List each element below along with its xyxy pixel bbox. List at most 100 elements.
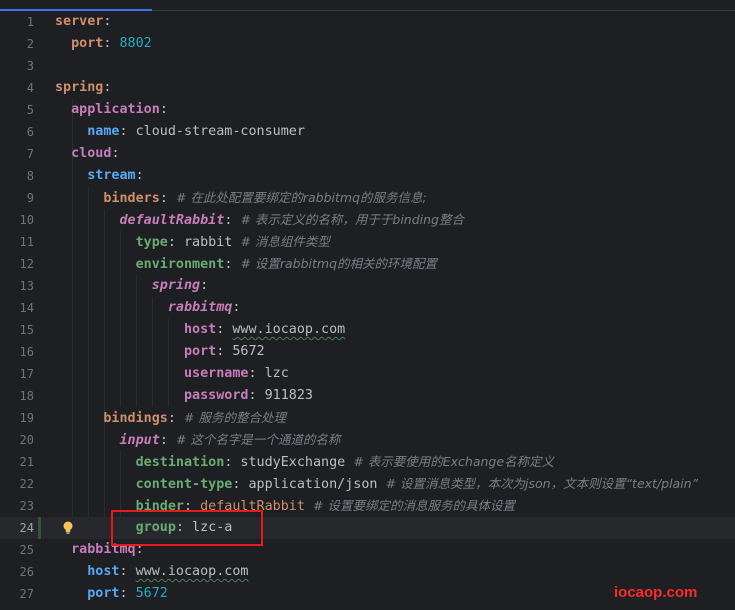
line-number[interactable]: 16 (0, 341, 34, 363)
comment-token: # 表示定义的名称，用于于binding整合 (240, 212, 464, 227)
code-line-10[interactable]: 10 defaultRabbit: # 表示定义的名称，用于于binding整合 (0, 209, 735, 231)
code-token: : rabbit (167, 235, 241, 250)
code-line-20[interactable]: 20 input: # 这个名字是一个通道的名称 (0, 429, 735, 451)
line-number[interactable]: 25 (0, 539, 34, 561)
code-line-22[interactable]: 22 content-type: application/json # 设置消息… (0, 473, 735, 495)
line-number[interactable]: 12 (0, 253, 34, 275)
code-line-21[interactable]: 21 destination: studyExchange # 表示要使用的Ex… (0, 451, 735, 473)
line-number[interactable]: 3 (0, 55, 34, 77)
code-token: content-type (135, 477, 233, 492)
line-number[interactable]: 10 (0, 209, 34, 231)
code-line-7[interactable]: 7 cloud: (0, 143, 735, 165)
code-token: : (159, 191, 176, 206)
code-token: : (103, 80, 112, 95)
code-line-13[interactable]: 13 spring: (0, 275, 735, 297)
code-token: spring (55, 80, 104, 95)
line-number[interactable]: 8 (0, 165, 34, 187)
line-number[interactable]: 4 (0, 77, 34, 99)
code-line-17[interactable]: 17 username: lzc (0, 363, 735, 385)
line-number[interactable]: 26 (0, 561, 34, 583)
line-number[interactable]: 23 (0, 495, 34, 517)
code-line-26[interactable]: 26 host: www.iocaop.com (0, 561, 735, 583)
line-number[interactable]: 22 (0, 473, 34, 495)
code-text: type: rabbit # 消息组件类型 (55, 231, 330, 254)
code-token: : application/json (232, 477, 386, 492)
line-number[interactable]: 2 (0, 33, 34, 55)
line-number[interactable]: 13 (0, 275, 34, 297)
line-number[interactable]: 11 (0, 231, 34, 253)
code-token: : (119, 586, 136, 601)
code-token: : (200, 278, 209, 293)
code-line-2[interactable]: 2 port: 8802 (0, 33, 735, 55)
tab-application-yml[interactable] (0, 0, 152, 11)
code-token: port (87, 586, 120, 601)
code-text: port: 8802 (55, 33, 152, 55)
line-number[interactable]: 15 (0, 319, 34, 341)
code-token: server (55, 14, 104, 29)
code-token: spring (151, 278, 201, 293)
line-number[interactable]: 9 (0, 187, 34, 209)
change-marker[interactable] (38, 517, 41, 539)
code-text: host: www.iocaop.com (55, 561, 248, 583)
code-token: rabbitmq (167, 300, 233, 315)
code-text: username: lzc (55, 363, 289, 385)
code-line-6[interactable]: 6 name: cloud-stream-consumer (0, 121, 735, 143)
line-number[interactable]: 7 (0, 143, 34, 165)
code-token: : (103, 14, 112, 29)
code-token: : 5672 (216, 344, 265, 359)
code-line-8[interactable]: 8 stream: (0, 165, 735, 187)
code-line-3[interactable]: 3 (0, 55, 735, 77)
code-token: : 911823 (248, 388, 314, 403)
code-text: port: 5672 (55, 583, 168, 605)
line-number[interactable]: 24 (0, 517, 34, 539)
line-number[interactable]: 27 (0, 583, 34, 605)
editor-tab-bar (0, 0, 735, 11)
code-token: cloud (71, 146, 112, 161)
code-token: host (184, 322, 217, 337)
code-text: cloud: (55, 143, 119, 165)
code-text: content-type: application/json # 设置消息类型，… (55, 473, 698, 496)
code-token: name (87, 124, 120, 139)
code-line-1[interactable]: 1 server: (0, 11, 735, 33)
line-number[interactable]: 19 (0, 407, 34, 429)
line-number[interactable]: 6 (0, 121, 34, 143)
code-token: www.iocaop.com (232, 322, 346, 337)
code-token: : (135, 168, 144, 183)
code-line-11[interactable]: 11 type: rabbit # 消息组件类型 (0, 231, 735, 253)
code-line-12[interactable]: 12 environment: # 设置rabbitmq的相关的环境配置 (0, 253, 735, 275)
line-number[interactable]: 18 (0, 385, 34, 407)
code-token: : cloud-stream-consumer (119, 124, 305, 139)
code-token: : (119, 564, 136, 579)
code-line-15[interactable]: 15 host: www.iocaop.com (0, 319, 735, 341)
line-number[interactable]: 5 (0, 99, 34, 121)
code-line-16[interactable]: 16 port: 5672 (0, 341, 735, 363)
code-token: type (135, 235, 168, 250)
code-token: : lzc (248, 366, 289, 381)
code-text: host: www.iocaop.com (55, 319, 345, 341)
line-number[interactable]: 1 (0, 11, 34, 33)
code-text: defaultRabbit: # 表示定义的名称，用于于binding整合 (55, 209, 464, 232)
code-line-19[interactable]: 19 bindings: # 服务的整合处理 (0, 407, 735, 429)
comment-token: # 消息组件类型 (240, 234, 330, 249)
code-line-14[interactable]: 14 rabbitmq: (0, 297, 735, 319)
code-line-5[interactable]: 5 application: (0, 99, 735, 121)
line-number[interactable]: 14 (0, 297, 34, 319)
line-number[interactable]: 20 (0, 429, 34, 451)
code-token: stream (87, 168, 136, 183)
line-number[interactable]: 21 (0, 451, 34, 473)
line-number[interactable]: 17 (0, 363, 34, 385)
code-line-18[interactable]: 18 password: 911823 (0, 385, 735, 407)
code-token: password (184, 388, 249, 403)
code-line-9[interactable]: 9 binders: # 在此处配置要绑定的rabbitmq的服务信息; (0, 187, 735, 209)
code-line-4[interactable]: 4 spring: (0, 77, 735, 99)
